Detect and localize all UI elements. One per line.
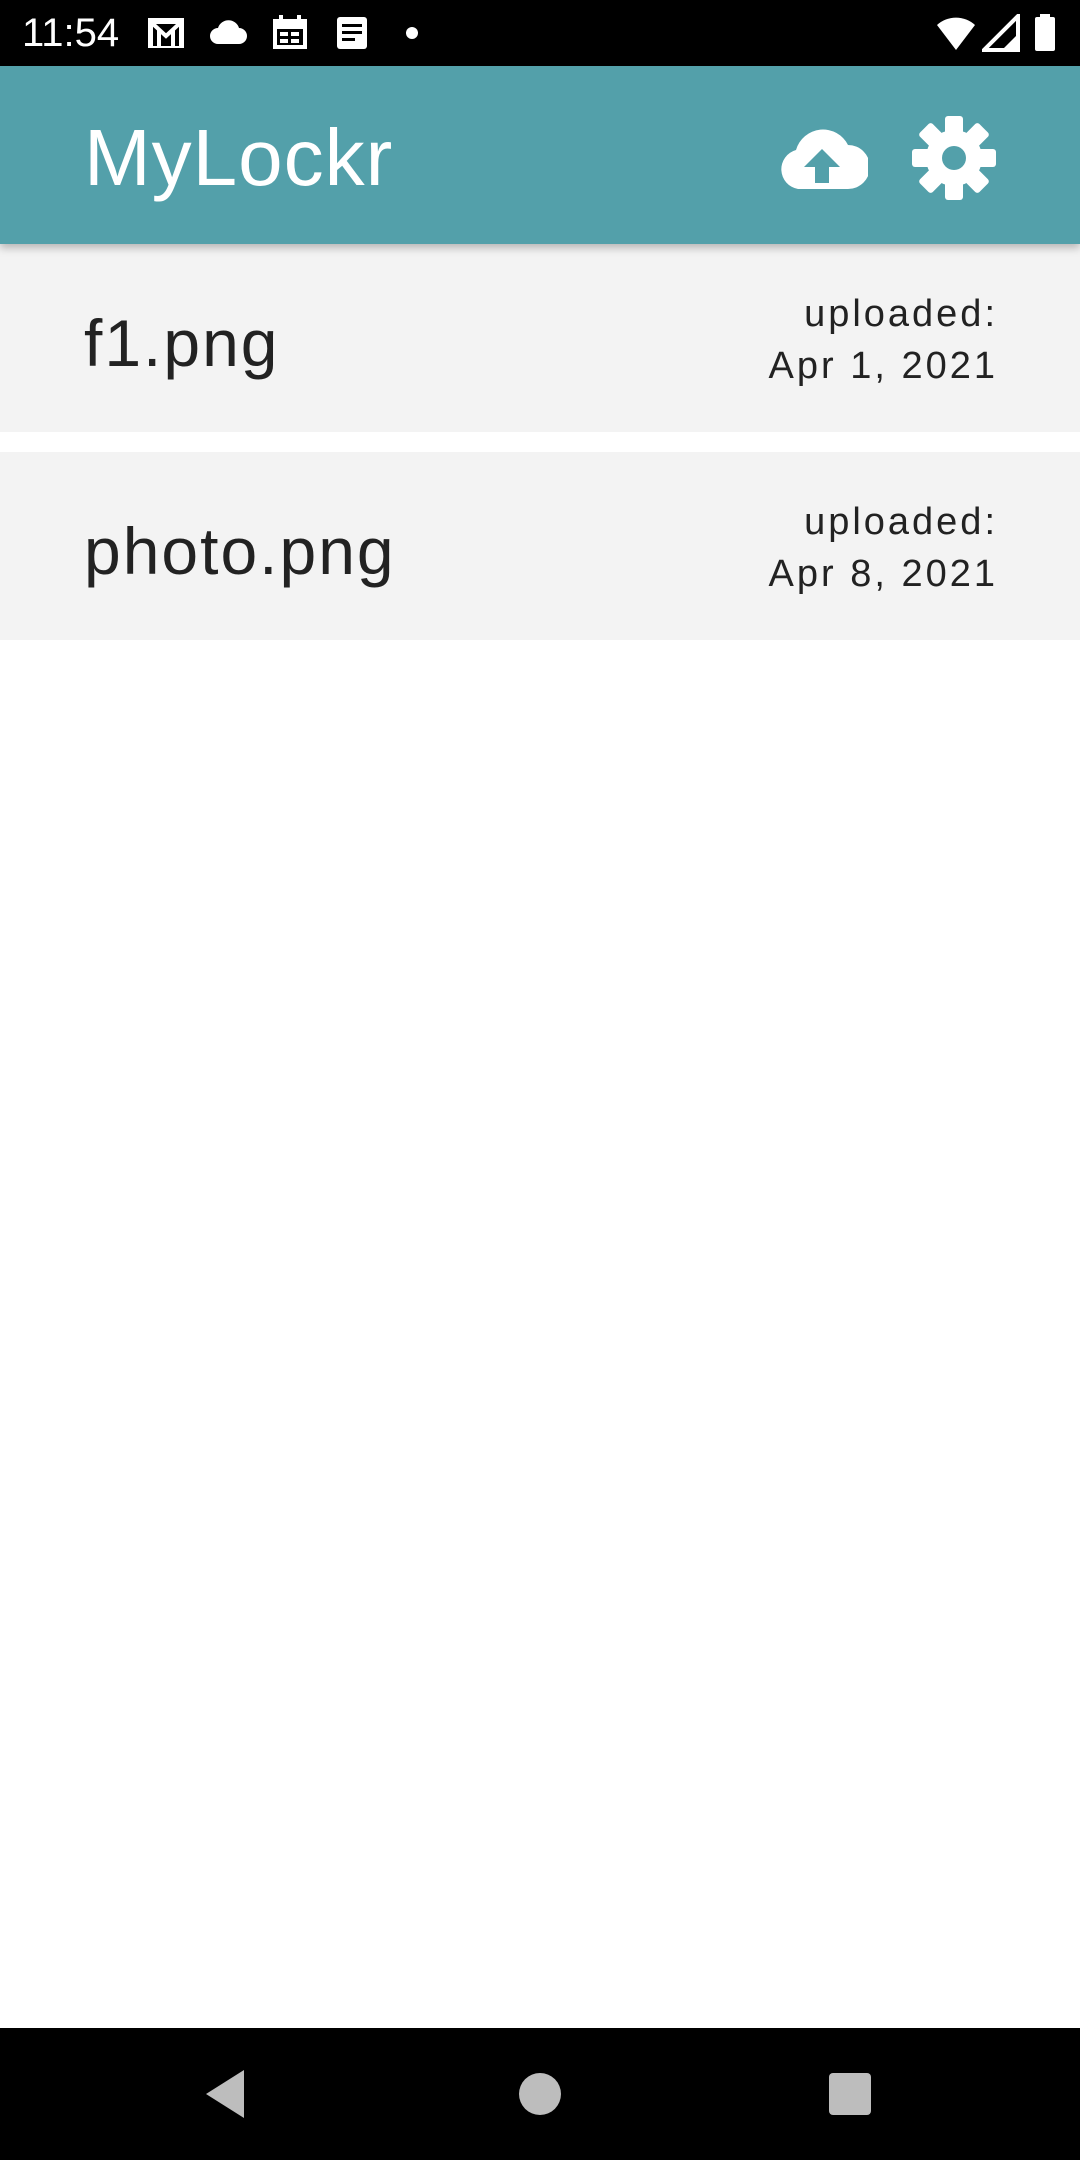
cloud-icon — [208, 14, 248, 52]
recents-icon — [829, 2073, 871, 2115]
upload-date: Apr 1, 2021 — [768, 345, 998, 387]
file-row[interactable]: photo.png uploaded: Apr 8, 2021 — [0, 452, 1080, 640]
status-time: 11:54 — [22, 11, 120, 55]
file-list: f1.png uploaded: Apr 1, 2021 photo.png u… — [0, 244, 1080, 660]
uploaded-label: uploaded: — [804, 501, 998, 543]
notification-dot-icon — [392, 14, 432, 52]
upload-button[interactable] — [774, 110, 870, 206]
app-title: MyLockr — [84, 113, 394, 202]
file-row[interactable]: f1.png uploaded: Apr 1, 2021 — [0, 244, 1080, 432]
calendar-icon — [270, 14, 310, 52]
recents-button[interactable] — [814, 2058, 886, 2130]
upload-date: Apr 8, 2021 — [768, 553, 998, 595]
file-name: photo.png — [84, 514, 396, 588]
settings-gear-icon — [912, 116, 996, 200]
cellular-signal-icon — [979, 11, 1022, 52]
document-icon — [332, 14, 372, 52]
file-meta: uploaded: Apr 8, 2021 — [769, 496, 998, 600]
gmail-icon — [146, 14, 186, 52]
home-icon — [519, 2073, 561, 2115]
file-meta: uploaded: Apr 1, 2021 — [769, 288, 998, 392]
file-name: f1.png — [84, 306, 280, 380]
back-icon — [206, 2070, 244, 2118]
settings-button[interactable] — [906, 110, 1002, 206]
uploaded-label: uploaded: — [804, 293, 998, 335]
screen: 11:54 MyLockr f1.png uploaded: Apr 1, 20… — [0, 0, 1080, 2160]
app-bar: MyLockr — [0, 66, 1080, 244]
cloud-upload-icon — [781, 129, 868, 189]
back-button[interactable] — [190, 2058, 262, 2130]
navigation-bar — [0, 2028, 1080, 2160]
home-button[interactable] — [504, 2058, 576, 2130]
battery-icon — [1030, 14, 1060, 52]
wifi-icon — [936, 14, 976, 52]
status-bar: 11:54 — [0, 0, 1080, 66]
